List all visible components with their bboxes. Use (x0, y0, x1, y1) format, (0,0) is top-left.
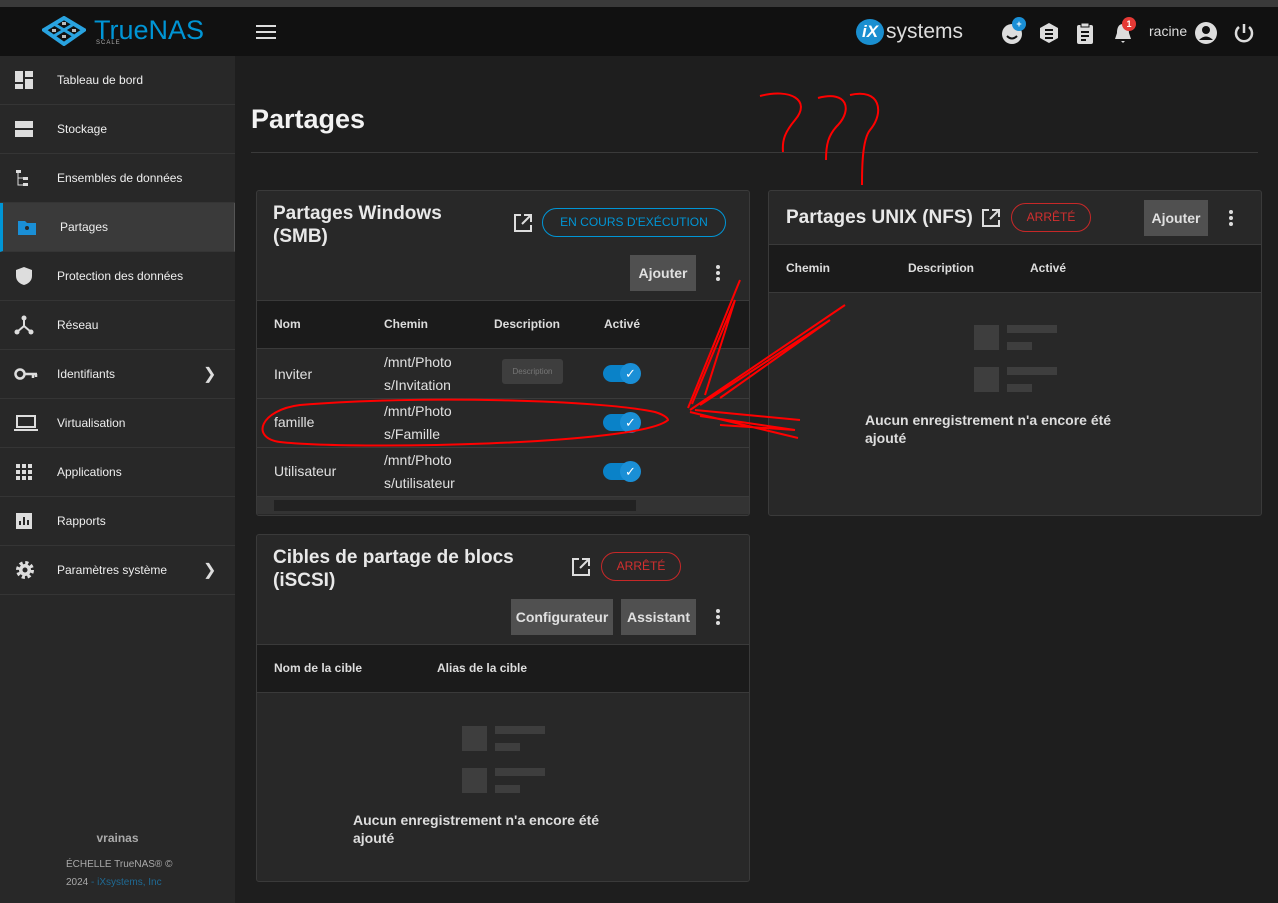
sidebar-item-data-protection[interactable]: Protection des données (0, 252, 235, 301)
enabled-toggle[interactable]: ✓ (603, 363, 641, 384)
iscsi-table-header: Nom de la cible Alias de la cible (257, 644, 749, 693)
configurator-button[interactable]: Configurateur (511, 599, 613, 635)
sidebar-item-credentials[interactable]: Identifiants ❯ (0, 350, 235, 399)
description-chip: Description (502, 359, 563, 384)
username[interactable]: racine (1149, 23, 1187, 39)
shares-icon (18, 221, 36, 235)
truenas-logo[interactable]: TrueNAS (42, 15, 204, 46)
datasets-icon (16, 170, 28, 186)
ixsystems-logo[interactable]: iX systems (856, 19, 963, 45)
gear-icon (16, 561, 34, 579)
smb-more-icon[interactable] (716, 265, 720, 283)
key-icon (14, 368, 38, 380)
storage-icon (15, 121, 33, 137)
horizontal-scrollbar[interactable] (257, 497, 749, 514)
check-icon: ✓ (620, 412, 641, 433)
wizard-button[interactable]: Assistant (621, 599, 696, 635)
sidebar-item-virtualization[interactable]: Virtualisation (0, 399, 235, 448)
table-row[interactable]: Utilisateur /mnt/Photo s/utilisateur ✓ (257, 448, 749, 497)
sidebar: Tableau de bord Stockage Ensembles de do… (0, 56, 235, 903)
chevron-right-icon: ❯ (203, 366, 217, 383)
page-title: Partages (251, 104, 366, 134)
sidebar-item-shares[interactable]: Partages (0, 203, 235, 252)
menu-toggle-icon[interactable] (256, 25, 276, 39)
nfs-add-button[interactable]: Ajouter (1144, 200, 1208, 236)
hostname: vrainas (96, 831, 139, 845)
table-row[interactable]: Inviter /mnt/Photo s/Invitation Descripti… (257, 350, 749, 399)
sidebar-item-datasets[interactable]: Ensembles de données (0, 154, 235, 203)
dashboard-icon (15, 71, 33, 89)
smb-status-badge[interactable]: EN COURS D'EXÉCUTION (542, 208, 726, 237)
nfs-table-header: Chemin Description Activé (769, 244, 1261, 293)
power-icon[interactable] (1232, 21, 1256, 45)
truenas-logo-icon (42, 15, 86, 46)
open-external-icon[interactable] (981, 208, 1001, 228)
nfs-status-badge[interactable]: ARRÊTÉ (1011, 203, 1091, 232)
title-divider (251, 152, 1258, 153)
sidebar-item-apps[interactable]: Applications (0, 448, 235, 497)
sidebar-item-reports[interactable]: Rapports (0, 497, 235, 546)
iscsi-card: Cibles de partage de blocs (iSCSI) ARRÊTÉ… (256, 534, 750, 882)
check-icon: ✓ (620, 363, 641, 384)
smb-card: Partages Windows (SMB) EN COURS D'EXÉCUTI… (256, 190, 750, 516)
account-icon[interactable] (1194, 21, 1218, 45)
sidebar-item-storage[interactable]: Stockage (0, 105, 235, 154)
nfs-card: Partages UNIX (NFS) ARRÊTÉ Ajouter Chemi… (768, 190, 1262, 516)
copyright-year: 2024 (66, 877, 89, 888)
table-row[interactable]: famille /mnt/Photo s/Famille ✓ (257, 399, 749, 448)
network-icon (14, 315, 34, 335)
enabled-toggle[interactable]: ✓ (603, 461, 641, 482)
check-icon: ✓ (620, 461, 641, 482)
shield-icon (16, 267, 32, 285)
nfs-empty-message: Aucun enregistrement n'a encore été ajout… (865, 412, 1112, 446)
reports-icon (16, 513, 32, 529)
window-top-strip (0, 0, 1278, 7)
notification-badge: 1 (1122, 17, 1136, 31)
truecommand-icon[interactable] (1037, 21, 1061, 45)
open-external-icon[interactable] (513, 213, 533, 233)
smb-table-header: Nom Chemin Description Activé (257, 300, 749, 349)
sidebar-item-network[interactable]: Réseau (0, 301, 235, 350)
sidebar-item-dashboard[interactable]: Tableau de bord (0, 56, 235, 105)
iscsi-title: Cibles de partage de blocs (iSCSI) (273, 547, 514, 591)
apps-icon (16, 464, 32, 480)
company-link[interactable]: - iXsystems, Inc (91, 877, 162, 888)
smb-title: Partages Windows (SMB) (273, 203, 442, 247)
laptop-icon (14, 415, 38, 431)
brand-sub: SCALE (96, 40, 121, 46)
sidebar-item-system-settings[interactable]: Paramètres système ❯ (0, 546, 235, 595)
enabled-toggle[interactable]: ✓ (603, 412, 641, 433)
clipboard-icon[interactable] (1073, 21, 1097, 45)
chevron-right-icon: ❯ (203, 562, 217, 579)
nfs-title: Partages UNIX (NFS) (786, 207, 973, 228)
iscsi-empty-message: Aucun enregistrement n'a encore été ajout… (353, 812, 600, 846)
iscsi-status-badge[interactable]: ARRÊTÉ (601, 552, 681, 581)
topbar: TrueNAS SCALE iX systems + 1 racine (0, 7, 1278, 56)
open-external-icon[interactable] (571, 557, 591, 577)
nfs-more-icon[interactable] (1229, 210, 1233, 228)
iscsi-more-icon[interactable] (716, 609, 720, 627)
feedback-badge: + (1012, 17, 1026, 31)
smb-add-button[interactable]: Ajouter (630, 255, 696, 291)
